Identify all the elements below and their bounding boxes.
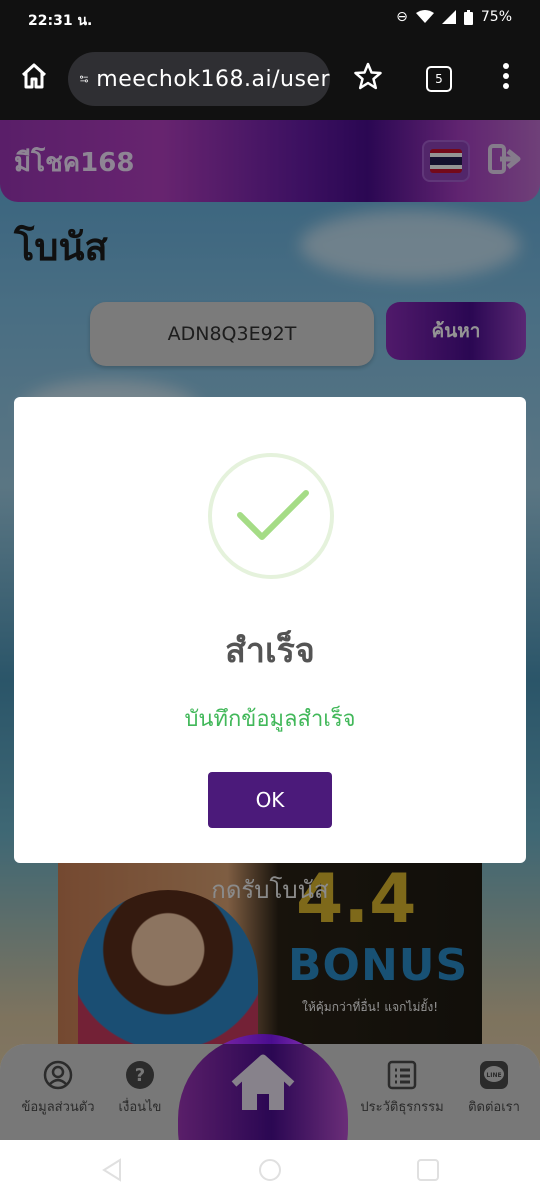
browser-toolbar: meechok168.ai/user 5: [0, 38, 540, 120]
battery-icon: [463, 9, 473, 25]
tab-switcher-button[interactable]: 5: [426, 66, 452, 92]
url-text: meechok168.ai/user: [96, 66, 330, 92]
dnd-icon: ⊖: [396, 9, 408, 25]
more-menu-icon[interactable]: [500, 62, 512, 90]
bookmark-star-icon[interactable]: [354, 62, 382, 90]
status-time: 22:31 น.: [28, 13, 93, 29]
system-nav-bar: [0, 1140, 540, 1200]
battery-level: 75%: [480, 9, 512, 25]
success-dialog: สำเร็จ บันทึกข้อมูลสำเร็จ OK: [14, 397, 526, 863]
success-check-icon: [208, 453, 334, 579]
site-settings-icon[interactable]: [80, 69, 88, 89]
back-icon[interactable]: [100, 1158, 124, 1182]
signal-icon: [441, 10, 456, 24]
ok-button[interactable]: OK: [208, 772, 332, 828]
home-nav-icon[interactable]: [258, 1158, 282, 1182]
home-button-icon[interactable]: [20, 62, 48, 90]
bottom-nav-dim: [0, 1044, 540, 1140]
address-bar[interactable]: meechok168.ai/user: [68, 52, 330, 106]
status-icons: ⊖ 75%: [396, 9, 512, 25]
dialog-title: สำเร็จ: [225, 631, 315, 671]
recents-icon[interactable]: [416, 1158, 440, 1182]
dialog-message: บันทึกข้อมูลสำเร็จ: [184, 707, 356, 732]
status-bar: 22:31 น. ⊖ 75%: [0, 0, 540, 38]
wifi-icon: [415, 10, 434, 23]
